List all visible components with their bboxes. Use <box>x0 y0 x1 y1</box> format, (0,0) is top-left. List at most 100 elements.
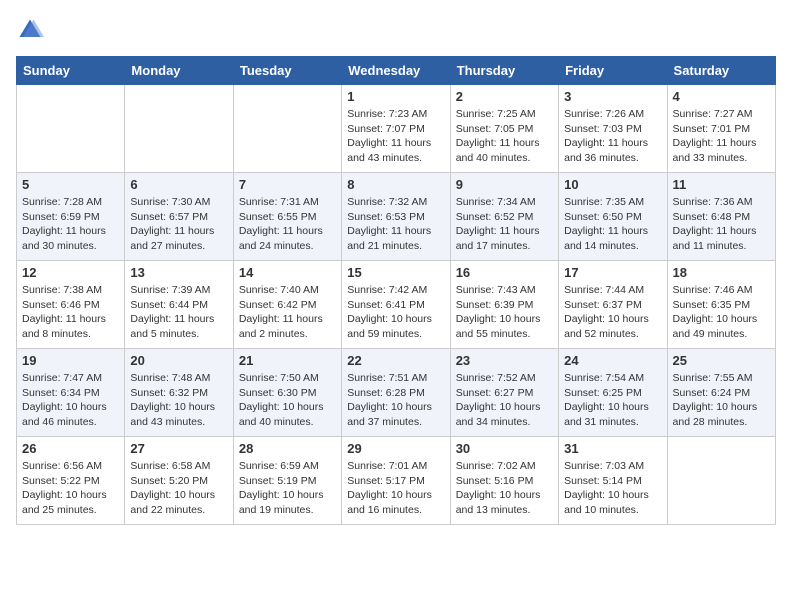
day-number: 8 <box>347 177 444 192</box>
calendar: SundayMondayTuesdayWednesdayThursdayFrid… <box>16 56 776 525</box>
calendar-cell: 9 Sunrise: 7:34 AM Sunset: 6:52 PM Daylig… <box>450 173 558 261</box>
day-info: Sunrise: 7:25 AM Sunset: 7:05 PM Dayligh… <box>456 107 553 166</box>
day-info: Sunrise: 7:35 AM Sunset: 6:50 PM Dayligh… <box>564 195 661 254</box>
calendar-cell: 23Sunrise: 7:52 AM Sunset: 6:27 PM Dayli… <box>450 349 558 437</box>
day-number: 24 <box>564 353 661 368</box>
col-header-thursday: Thursday <box>450 57 558 85</box>
calendar-cell: 7Sunrise: 7:31 AM Sunset: 6:55 PM Daylig… <box>233 173 341 261</box>
calendar-cell <box>233 85 341 173</box>
day-number: 13 <box>130 265 227 280</box>
day-number: 22 <box>347 353 444 368</box>
day-number: 27 <box>130 441 227 456</box>
day-number: 30 <box>456 441 553 456</box>
day-info: Sunrise: 7:34 AM Sunset: 6:52 PM Dayligh… <box>456 195 553 254</box>
day-number: 7 <box>239 177 336 192</box>
day-info: Sunrise: 7:39 AM Sunset: 6:44 PM Dayligh… <box>130 283 227 342</box>
day-info: Sunrise: 7:55 AM Sunset: 6:24 PM Dayligh… <box>673 371 770 430</box>
calendar-cell: 25 Sunrise: 7:55 AM Sunset: 6:24 PM Dayli… <box>667 349 775 437</box>
day-number: 18 <box>673 265 770 280</box>
day-info: Sunrise: 7:28 AM Sunset: 6:59 PM Dayligh… <box>22 195 119 254</box>
day-info: Sunrise: 7:51 AM Sunset: 6:28 PM Dayligh… <box>347 371 444 430</box>
day-number: 11 <box>673 177 770 192</box>
day-info: Sunrise: 7:01 AM Sunset: 5:17 PM Dayligh… <box>347 459 444 518</box>
col-header-wednesday: Wednesday <box>342 57 450 85</box>
calendar-cell: 13 Sunrise: 7:39 AM Sunset: 6:44 PM Dayli… <box>125 261 233 349</box>
calendar-cell: 16 Sunrise: 7:43 AM Sunset: 6:39 PM Dayli… <box>450 261 558 349</box>
calendar-cell: 12Sunrise: 7:38 AM Sunset: 6:46 PM Dayli… <box>17 261 125 349</box>
calendar-week-3: 12Sunrise: 7:38 AM Sunset: 6:46 PM Dayli… <box>17 261 776 349</box>
day-info: Sunrise: 6:58 AM Sunset: 5:20 PM Dayligh… <box>130 459 227 518</box>
calendar-cell: 14 Sunrise: 7:40 AM Sunset: 6:42 PM Dayli… <box>233 261 341 349</box>
calendar-cell: 3Sunrise: 7:26 AM Sunset: 7:03 PM Daylig… <box>559 85 667 173</box>
day-number: 17 <box>564 265 661 280</box>
day-info: Sunrise: 7:40 AM Sunset: 6:42 PM Dayligh… <box>239 283 336 342</box>
calendar-cell: 10 Sunrise: 7:35 AM Sunset: 6:50 PM Dayli… <box>559 173 667 261</box>
calendar-cell: 20Sunrise: 7:48 AM Sunset: 6:32 PM Dayli… <box>125 349 233 437</box>
calendar-cell: 28 Sunrise: 6:59 AM Sunset: 5:19 PM Dayli… <box>233 437 341 525</box>
day-number: 9 <box>456 177 553 192</box>
day-number: 16 <box>456 265 553 280</box>
calendar-week-4: 19 Sunrise: 7:47 AM Sunset: 6:34 PM Dayli… <box>17 349 776 437</box>
day-number: 31 <box>564 441 661 456</box>
calendar-cell <box>125 85 233 173</box>
day-number: 21 <box>239 353 336 368</box>
calendar-week-5: 26 Sunrise: 6:56 AM Sunset: 5:22 PM Dayli… <box>17 437 776 525</box>
day-info: Sunrise: 7:30 AM Sunset: 6:57 PM Dayligh… <box>130 195 227 254</box>
day-info: Sunrise: 6:59 AM Sunset: 5:19 PM Dayligh… <box>239 459 336 518</box>
calendar-cell: 1Sunrise: 7:23 AM Sunset: 7:07 PM Daylig… <box>342 85 450 173</box>
day-number: 5 <box>22 177 119 192</box>
day-number: 4 <box>673 89 770 104</box>
day-number: 2 <box>456 89 553 104</box>
calendar-cell: 31 Sunrise: 7:03 AM Sunset: 5:14 PM Dayli… <box>559 437 667 525</box>
day-number: 25 <box>673 353 770 368</box>
day-info: Sunrise: 7:42 AM Sunset: 6:41 PM Dayligh… <box>347 283 444 342</box>
col-header-saturday: Saturday <box>667 57 775 85</box>
day-info: Sunrise: 7:03 AM Sunset: 5:14 PM Dayligh… <box>564 459 661 518</box>
calendar-cell: 5 Sunrise: 7:28 AM Sunset: 6:59 PM Daylig… <box>17 173 125 261</box>
day-info: Sunrise: 7:23 AM Sunset: 7:07 PM Dayligh… <box>347 107 444 166</box>
day-info: Sunrise: 7:47 AM Sunset: 6:34 PM Dayligh… <box>22 371 119 430</box>
day-info: Sunrise: 7:44 AM Sunset: 6:37 PM Dayligh… <box>564 283 661 342</box>
day-info: Sunrise: 7:27 AM Sunset: 7:01 PM Dayligh… <box>673 107 770 166</box>
calendar-cell: 26 Sunrise: 6:56 AM Sunset: 5:22 PM Dayli… <box>17 437 125 525</box>
logo-icon <box>16 16 44 44</box>
calendar-cell <box>667 437 775 525</box>
day-number: 29 <box>347 441 444 456</box>
day-info: Sunrise: 7:52 AM Sunset: 6:27 PM Dayligh… <box>456 371 553 430</box>
day-number: 12 <box>22 265 119 280</box>
logo <box>16 16 48 44</box>
calendar-cell: 27 Sunrise: 6:58 AM Sunset: 5:20 PM Dayli… <box>125 437 233 525</box>
day-number: 3 <box>564 89 661 104</box>
calendar-cell: 21Sunrise: 7:50 AM Sunset: 6:30 PM Dayli… <box>233 349 341 437</box>
day-number: 10 <box>564 177 661 192</box>
day-info: Sunrise: 7:32 AM Sunset: 6:53 PM Dayligh… <box>347 195 444 254</box>
day-info: Sunrise: 7:54 AM Sunset: 6:25 PM Dayligh… <box>564 371 661 430</box>
calendar-cell: 19 Sunrise: 7:47 AM Sunset: 6:34 PM Dayli… <box>17 349 125 437</box>
day-info: Sunrise: 7:36 AM Sunset: 6:48 PM Dayligh… <box>673 195 770 254</box>
calendar-cell: 15 Sunrise: 7:42 AM Sunset: 6:41 PM Dayli… <box>342 261 450 349</box>
calendar-cell: 24 Sunrise: 7:54 AM Sunset: 6:25 PM Dayli… <box>559 349 667 437</box>
day-number: 26 <box>22 441 119 456</box>
day-number: 19 <box>22 353 119 368</box>
day-info: Sunrise: 6:56 AM Sunset: 5:22 PM Dayligh… <box>22 459 119 518</box>
day-number: 6 <box>130 177 227 192</box>
calendar-cell: 30Sunrise: 7:02 AM Sunset: 5:16 PM Dayli… <box>450 437 558 525</box>
col-header-monday: Monday <box>125 57 233 85</box>
day-info: Sunrise: 7:43 AM Sunset: 6:39 PM Dayligh… <box>456 283 553 342</box>
calendar-cell: 17 Sunrise: 7:44 AM Sunset: 6:37 PM Dayli… <box>559 261 667 349</box>
calendar-cell: 22 Sunrise: 7:51 AM Sunset: 6:28 PM Dayli… <box>342 349 450 437</box>
calendar-cell <box>17 85 125 173</box>
calendar-cell: 8 Sunrise: 7:32 AM Sunset: 6:53 PM Daylig… <box>342 173 450 261</box>
day-number: 28 <box>239 441 336 456</box>
calendar-cell: 11 Sunrise: 7:36 AM Sunset: 6:48 PM Dayli… <box>667 173 775 261</box>
calendar-week-1: 1Sunrise: 7:23 AM Sunset: 7:07 PM Daylig… <box>17 85 776 173</box>
calendar-header-row: SundayMondayTuesdayWednesdayThursdayFrid… <box>17 57 776 85</box>
day-info: Sunrise: 7:46 AM Sunset: 6:35 PM Dayligh… <box>673 283 770 342</box>
col-header-tuesday: Tuesday <box>233 57 341 85</box>
calendar-cell: 6 Sunrise: 7:30 AM Sunset: 6:57 PM Daylig… <box>125 173 233 261</box>
page-header <box>16 16 776 44</box>
day-number: 14 <box>239 265 336 280</box>
calendar-week-2: 5 Sunrise: 7:28 AM Sunset: 6:59 PM Daylig… <box>17 173 776 261</box>
day-info: Sunrise: 7:48 AM Sunset: 6:32 PM Dayligh… <box>130 371 227 430</box>
day-number: 15 <box>347 265 444 280</box>
